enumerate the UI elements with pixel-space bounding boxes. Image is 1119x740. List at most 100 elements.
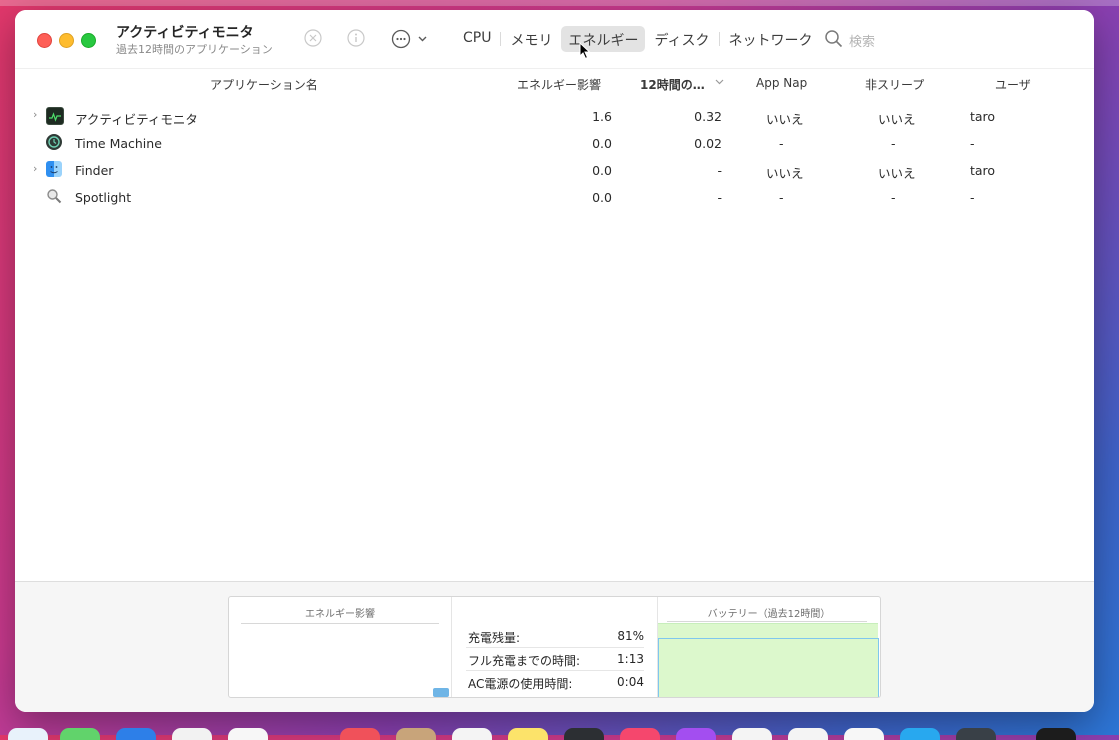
header-12hr-power[interactable]: 12時間の…	[640, 76, 705, 93]
app-nap-value: いいえ	[766, 112, 804, 127]
window-title: アクティビティモニタ	[116, 25, 254, 41]
table-header: アプリケーション名 エネルギー影響 12時間の… App Nap 非スリープ ユ…	[15, 68, 1094, 97]
battery-chart	[658, 623, 879, 697]
dock-app-icon[interactable]	[508, 728, 548, 740]
close-window-button[interactable]	[37, 33, 52, 48]
dock-app-icon[interactable]	[564, 728, 604, 740]
tab-disk[interactable]: ディスク	[647, 26, 716, 52]
twelve-hr-value: 0.02	[694, 136, 722, 151]
table-row[interactable]: › Finder 0.0 - いいえ いいえ taro	[15, 158, 1094, 185]
dock-app-icon[interactable]	[1036, 728, 1076, 740]
header-app-nap[interactable]: App Nap	[756, 76, 807, 90]
process-list: › アクティビティモニタ 1.6 0.32 いいえ いいえ taro Time …	[15, 104, 1094, 212]
twelve-hr-value: -	[717, 163, 722, 178]
user-value: taro	[970, 163, 996, 178]
tab-divider	[718, 32, 720, 46]
dock-app-icon[interactable]	[340, 728, 380, 740]
stat-value: 1:13	[617, 652, 644, 666]
tab-bar: CPU メモリ エネルギー ディスク ネットワーク	[456, 26, 822, 52]
tab-network[interactable]: ネットワーク	[722, 26, 820, 52]
no-sleep-value: いいえ	[878, 112, 916, 127]
table-row[interactable]: Spotlight 0.0 - - - -	[15, 185, 1094, 212]
search-placeholder: 検索	[849, 35, 876, 50]
app-nap-value: -	[779, 190, 784, 205]
summary-area: エネルギー影響 充電残量: 81% フル充電までの時間: 1:13 AC電源の使…	[15, 581, 1094, 712]
dock-app-icon[interactable]	[788, 728, 828, 740]
header-app-name[interactable]: アプリケーション名	[210, 76, 318, 93]
stat-row: AC電源の使用時間: 0:04	[466, 671, 644, 693]
twelve-hr-value: -	[717, 190, 722, 205]
dock-app-icon[interactable]	[172, 728, 212, 740]
app-name: Spotlight	[75, 190, 132, 205]
folder-icon	[433, 688, 449, 697]
zoom-window-button[interactable]	[81, 33, 96, 48]
spotlight-icon	[46, 188, 62, 204]
dock-app-icon[interactable]	[396, 728, 436, 740]
window-subtitle: 過去12時間のアプリケーション	[116, 43, 273, 56]
info-icon[interactable]	[347, 29, 365, 47]
dock-app-icon[interactable]	[228, 728, 268, 740]
user-value: taro	[970, 109, 996, 124]
toolbar: アクティビティモニタ 過去12時間のアプリケーション CPU メモリ エネルギー…	[15, 10, 1094, 68]
stat-row: 充電残量: 81%	[466, 625, 644, 648]
energy-impact-value: 0.0	[592, 190, 612, 205]
tab-divider	[500, 32, 502, 46]
energy-impact-chart-title: エネルギー影響	[305, 609, 375, 620]
dock-app-icon[interactable]	[620, 728, 660, 740]
no-sleep-value: いいえ	[878, 166, 916, 181]
table-row[interactable]: Time Machine 0.0 0.02 - - -	[15, 131, 1094, 158]
ellipsis-circle-icon[interactable]	[391, 28, 431, 50]
user-value: -	[970, 190, 975, 205]
activity-monitor-icon	[46, 107, 64, 125]
user-value: -	[970, 136, 975, 151]
tab-cpu[interactable]: CPU	[456, 26, 498, 52]
energy-impact-chart-baseline	[241, 623, 439, 624]
dock-app-icon[interactable]	[900, 728, 940, 740]
energy-impact-value: 0.0	[592, 136, 612, 151]
app-nap-value: -	[779, 136, 784, 151]
energy-impact-value: 1.6	[592, 109, 612, 124]
dock-app-icon[interactable]	[8, 728, 48, 740]
finder-icon	[46, 161, 62, 177]
battery-chart-title: バッテリー（過去12時間）	[707, 609, 831, 620]
disclosure-chevron-icon[interactable]: ›	[33, 108, 37, 121]
dock-app-icon[interactable]	[676, 728, 716, 740]
stat-label: AC電源の使用時間:	[468, 677, 573, 691]
stat-label: フル充電までの時間:	[468, 654, 581, 668]
app-nap-value: いいえ	[766, 166, 804, 181]
disclosure-chevron-icon[interactable]: ›	[33, 162, 37, 175]
dock	[0, 723, 1119, 740]
search-field[interactable]: 検索	[822, 28, 942, 50]
battery-level-area	[658, 638, 879, 697]
x-circle-icon[interactable]	[304, 29, 322, 47]
no-sleep-value: -	[891, 190, 896, 205]
dock-app-icon[interactable]	[956, 728, 996, 740]
dock-app-icon[interactable]	[452, 728, 492, 740]
app-name: Time Machine	[75, 136, 162, 151]
sort-chevron-down-icon[interactable]	[715, 75, 724, 89]
no-sleep-value: -	[891, 136, 896, 151]
battery-chart-topline	[667, 621, 867, 622]
twelve-hr-value: 0.32	[694, 109, 722, 124]
stat-value: 81%	[617, 629, 644, 643]
activity-monitor-window: アクティビティモニタ 過去12時間のアプリケーション CPU メモリ エネルギー…	[15, 10, 1094, 712]
tab-energy[interactable]: エネルギー	[561, 26, 646, 52]
header-energy-impact[interactable]: エネルギー影響	[517, 76, 601, 93]
menu-bar	[0, 0, 1119, 6]
dock-app-icon[interactable]	[60, 728, 100, 740]
app-name: アクティビティモニタ	[75, 112, 198, 127]
header-user[interactable]: ユーザ	[995, 76, 1031, 93]
tab-memory[interactable]: メモリ	[503, 26, 559, 52]
dock-app-icon[interactable]	[732, 728, 772, 740]
mouse-pointer-icon	[579, 42, 591, 60]
time-machine-icon	[46, 134, 62, 150]
minimize-window-button[interactable]	[59, 33, 74, 48]
table-row[interactable]: › アクティビティモニタ 1.6 0.32 いいえ いいえ taro	[15, 104, 1094, 131]
energy-impact-value: 0.0	[592, 163, 612, 178]
dock-app-icon[interactable]	[844, 728, 884, 740]
stat-row: フル充電までの時間: 1:13	[466, 648, 644, 671]
header-preventing-sleep[interactable]: 非スリープ	[865, 76, 924, 93]
stat-value: 0:04	[617, 675, 644, 689]
dock-app-icon[interactable]	[116, 728, 156, 740]
energy-summary-panel: エネルギー影響 充電残量: 81% フル充電までの時間: 1:13 AC電源の使…	[228, 596, 881, 698]
